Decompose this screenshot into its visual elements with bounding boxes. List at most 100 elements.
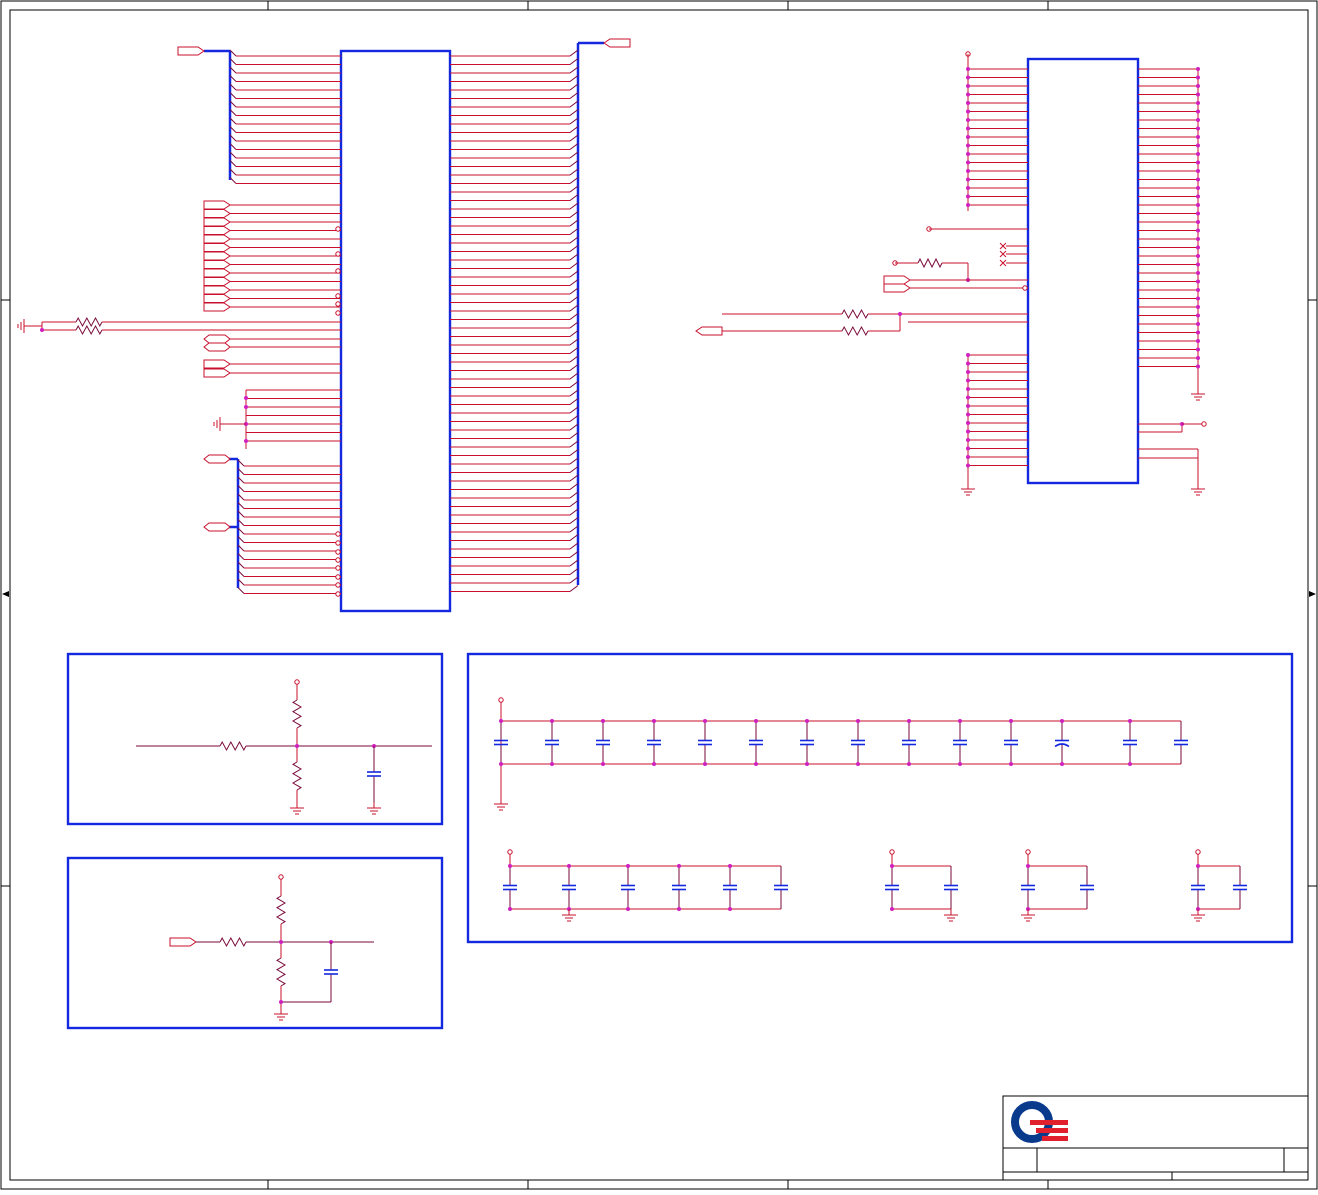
- junction-dot: [966, 378, 970, 383]
- off-page-connector: [883, 275, 911, 285]
- off-page-connector: [203, 200, 231, 210]
- junction-dot: [1196, 194, 1200, 199]
- pin-end: [1201, 421, 1207, 427]
- junction-dot: [601, 719, 605, 723]
- junction-dot: [966, 412, 970, 417]
- off-page-connector: [203, 234, 231, 244]
- outline-box: [66, 856, 444, 1030]
- pin-end: [335, 268, 341, 274]
- off-page-connector: [203, 251, 231, 261]
- junction-dot: [279, 940, 283, 944]
- junction-dot: [1196, 169, 1200, 173]
- junction-dot: [1196, 220, 1200, 224]
- junction-dot: [1196, 92, 1200, 97]
- junction-dot: [907, 762, 911, 766]
- pin-end: [278, 874, 284, 880]
- off-page-connector: [203, 285, 231, 295]
- resistor: [219, 936, 247, 948]
- pin-end: [889, 849, 895, 855]
- pin-end: [498, 697, 504, 703]
- no-connect-mark: [999, 242, 1007, 250]
- bus-entry: [229, 177, 237, 184]
- junction-dot: [703, 719, 707, 723]
- off-page-connector: [203, 359, 231, 369]
- junction-dot: [1196, 101, 1200, 105]
- junction-dot: [626, 907, 630, 911]
- pin-end: [507, 849, 513, 855]
- pin-end: [335, 549, 341, 555]
- pin-end: [335, 540, 341, 546]
- no-connect-mark: [999, 259, 1007, 267]
- outline-box: [66, 652, 444, 826]
- junction-dot: [1009, 719, 1013, 723]
- off-page-connector: [203, 217, 231, 227]
- junction-dot: [1196, 262, 1200, 267]
- off-page-connector: [203, 522, 231, 532]
- junction-dot: [1196, 322, 1200, 326]
- junction-dot: [1196, 313, 1200, 318]
- off-page-connector: [203, 454, 231, 464]
- junction-dot: [279, 1000, 283, 1004]
- resistor: [292, 699, 302, 729]
- junction-dot: [966, 92, 970, 97]
- junction-dot: [1196, 339, 1200, 343]
- resistor: [841, 308, 869, 320]
- junction-dot: [958, 762, 962, 766]
- resistor: [292, 761, 302, 791]
- pin-end: [294, 679, 300, 685]
- junction-dot: [1026, 864, 1030, 868]
- pin-end: [335, 574, 341, 580]
- junction-dot: [40, 328, 44, 332]
- quanta-logo: [1011, 1101, 1068, 1143]
- junction-dot: [677, 907, 681, 911]
- pin-end: [335, 310, 341, 316]
- junction-dot: [856, 719, 860, 723]
- junction-dot: [1196, 67, 1200, 71]
- junction-dot: [1196, 279, 1200, 284]
- junction-dot: [1196, 237, 1200, 241]
- junction-dot: [1009, 762, 1013, 766]
- outline-box: [466, 652, 1294, 944]
- junction-dot: [966, 101, 970, 105]
- junction-dot: [966, 395, 970, 400]
- junction-dot: [1196, 203, 1200, 207]
- off-page-connector: [203, 368, 231, 378]
- off-page-connector: [695, 326, 723, 336]
- junction-dot: [703, 762, 707, 766]
- junction-dot: [966, 160, 970, 165]
- junction-dot: [499, 719, 503, 723]
- pin-end: [335, 565, 341, 571]
- junction-dot: [1196, 84, 1200, 88]
- junction-dot: [1196, 177, 1200, 182]
- off-page-connector: [203, 226, 231, 235]
- resistor: [276, 895, 286, 925]
- junction-dot: [1196, 347, 1200, 352]
- junction-dot: [1196, 305, 1200, 309]
- resistor: [219, 740, 247, 752]
- divider-circuit-box-2: [66, 856, 444, 1030]
- junction-dot: [890, 907, 894, 911]
- pin-end: [335, 591, 341, 597]
- pin-end: [335, 301, 341, 307]
- pin-end: [335, 293, 341, 299]
- pin-end: [1195, 849, 1201, 855]
- junction-dot: [966, 177, 970, 182]
- junction-dot: [1196, 135, 1200, 139]
- zone-arrow-left: [2, 591, 9, 597]
- junction-dot: [1196, 296, 1200, 301]
- main-connector-symbol: [17, 38, 631, 613]
- junction-dot: [966, 126, 970, 131]
- pin-end: [335, 582, 341, 588]
- resistor: [75, 324, 103, 336]
- junction-dot: [567, 864, 571, 868]
- junction-dot: [966, 404, 970, 408]
- junction-dot: [805, 719, 809, 723]
- junction-dot: [966, 361, 970, 366]
- resistor: [276, 957, 286, 987]
- divider-circuit-box-1: [66, 652, 444, 826]
- junction-dot: [1196, 330, 1200, 335]
- off-page-connector: [203, 334, 231, 344]
- junction-dot: [966, 152, 970, 156]
- connector-body: [1026, 57, 1140, 485]
- junction-dot: [754, 719, 758, 723]
